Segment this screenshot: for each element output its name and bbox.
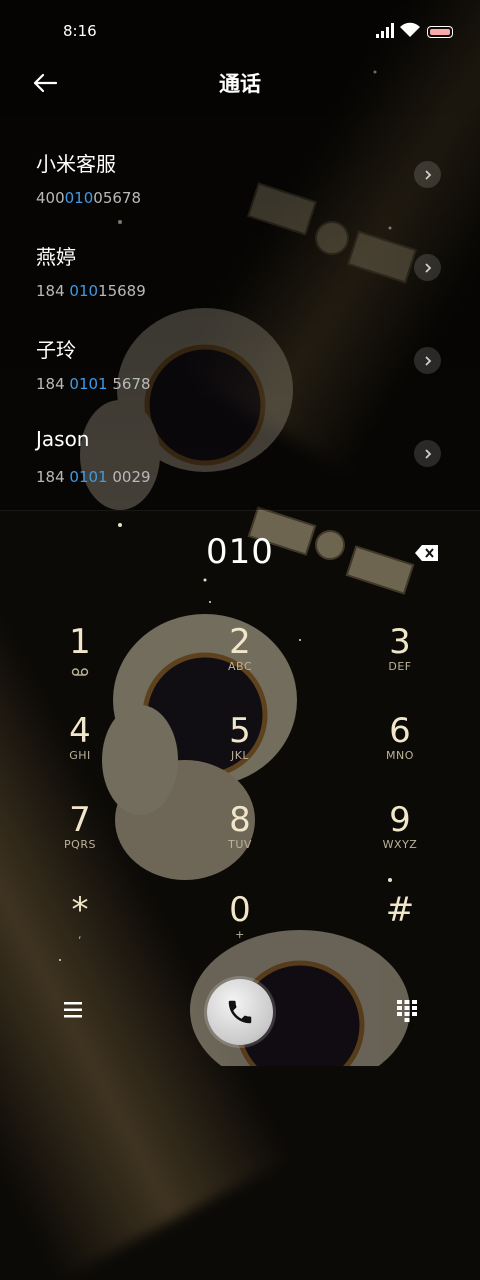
matched-digits: 0101 — [69, 375, 108, 393]
chevron-right-icon — [424, 448, 431, 459]
matched-digits: 010 — [64, 189, 94, 207]
contact-detail-button[interactable] — [414, 347, 441, 374]
contact-name: 子玲 — [36, 338, 76, 362]
status-time: 8:16 — [63, 22, 97, 40]
matched-digits: 0101 — [69, 468, 108, 486]
contact-number: 184 0101 0029 — [36, 468, 151, 486]
contact-detail-button[interactable] — [414, 440, 441, 467]
signal-icon — [376, 23, 394, 38]
contact-name: 燕婷 — [36, 245, 76, 269]
voicemail-icon — [71, 668, 89, 676]
key-3[interactable]: 3 DEF — [345, 622, 455, 702]
keypad-icon[interactable] — [395, 998, 419, 1024]
contact-row[interactable]: Jason 184 0101 0029 — [0, 427, 480, 497]
key-8[interactable]: 8 TUV — [185, 800, 295, 880]
panel-divider — [0, 510, 480, 511]
matched-digits: 010 — [69, 282, 99, 300]
chevron-right-icon — [424, 355, 431, 366]
backspace-icon[interactable] — [414, 543, 440, 563]
wifi-icon — [400, 22, 420, 37]
key-0[interactable]: 0 + — [185, 890, 295, 970]
chevron-right-icon — [424, 169, 431, 180]
key-star[interactable]: * , — [25, 890, 135, 970]
key-9[interactable]: 9 WXYZ — [345, 800, 455, 880]
page-title: 通话 — [219, 72, 261, 96]
key-6[interactable]: 6 MNO — [345, 711, 455, 791]
status-bar: 8:16 — [0, 0, 480, 62]
phone-icon — [228, 1000, 252, 1024]
contact-row[interactable]: 燕婷 184 01015689 — [0, 241, 480, 311]
key-2[interactable]: 2 ABC — [185, 622, 295, 702]
menu-icon[interactable] — [58, 996, 88, 1024]
contact-detail-button[interactable] — [414, 254, 441, 281]
key-5[interactable]: 5 JKL — [185, 711, 295, 791]
battery-icon — [427, 26, 453, 38]
key-1[interactable]: 1 — [25, 622, 135, 702]
header: 通话 — [0, 60, 480, 106]
chevron-right-icon — [424, 262, 431, 273]
contact-detail-button[interactable] — [414, 161, 441, 188]
contact-number: 184 0101 5678 — [36, 375, 151, 393]
contact-row[interactable]: 小米客服 40001005678 — [0, 148, 480, 218]
contact-name: Jason — [36, 427, 90, 451]
contact-row[interactable]: 子玲 184 0101 5678 — [0, 334, 480, 404]
key-7[interactable]: 7 PQRS — [25, 800, 135, 880]
call-button[interactable] — [207, 979, 273, 1045]
contact-name: 小米客服 — [36, 152, 116, 176]
contact-number: 40001005678 — [36, 189, 141, 207]
contact-number: 184 01015689 — [36, 282, 146, 300]
dialed-number: 010 — [206, 532, 274, 572]
key-4[interactable]: 4 GHI — [25, 711, 135, 791]
key-hash[interactable]: # — [345, 890, 455, 970]
